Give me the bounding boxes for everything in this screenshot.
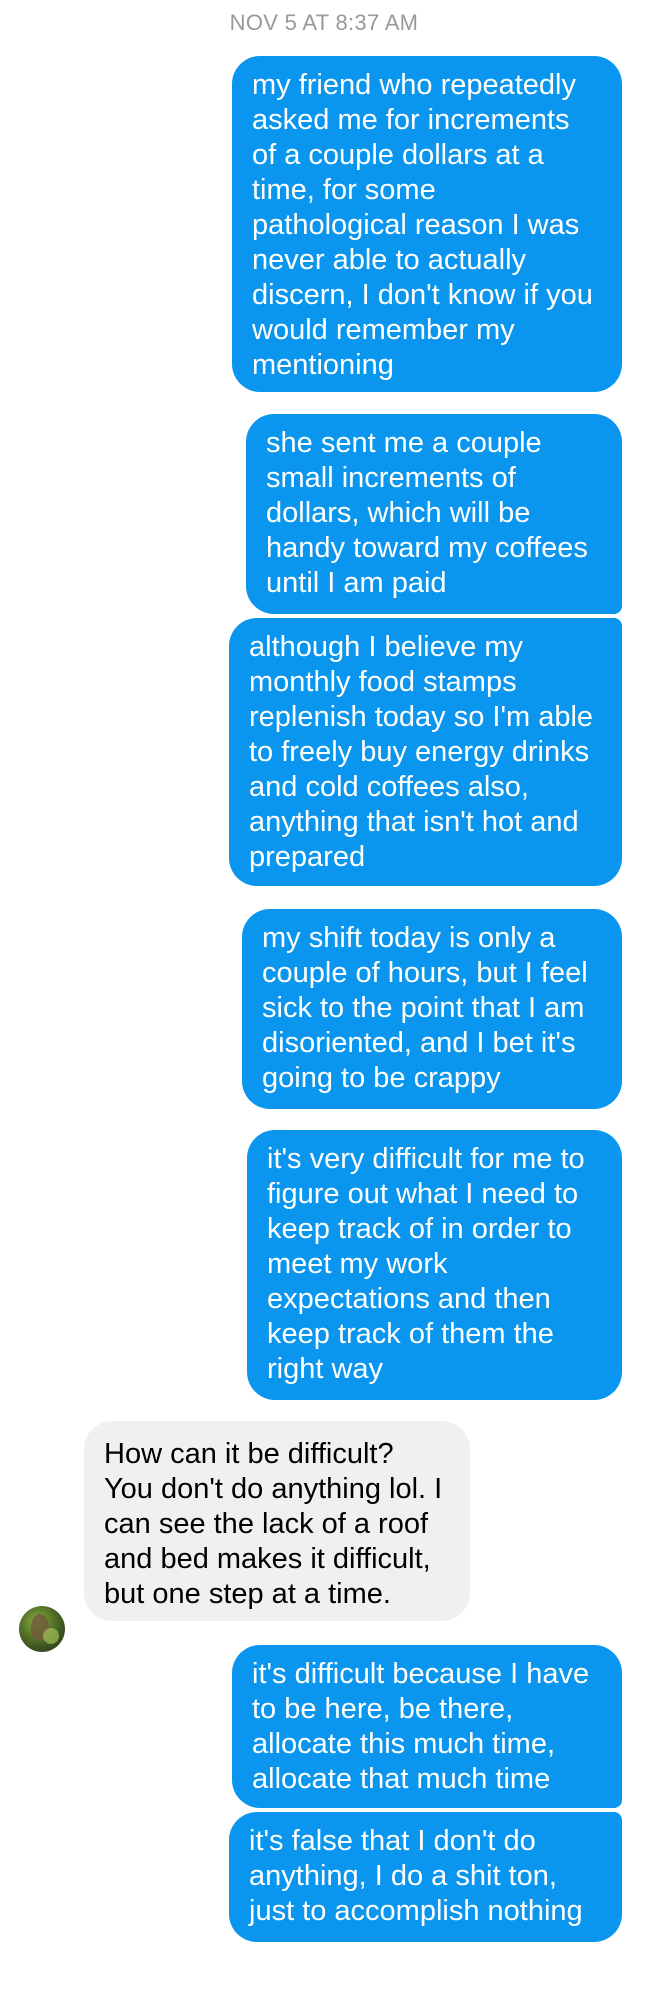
received-message-bubble[interactable]: How can it be difficult? You don't do an… xyxy=(84,1421,470,1621)
sent-message-bubble[interactable]: my friend who repeatedly asked me for in… xyxy=(232,56,622,392)
sent-message-bubble[interactable]: it's false that I don't do anything, I d… xyxy=(229,1812,622,1942)
contact-avatar[interactable] xyxy=(19,1606,65,1652)
sent-message-bubble[interactable]: she sent me a couple small increments of… xyxy=(246,414,622,614)
sent-message-bubble[interactable]: it's difficult because I have to be here… xyxy=(232,1645,622,1808)
sent-message-bubble[interactable]: although I believe my monthly food stamp… xyxy=(229,618,622,886)
sent-message-bubble[interactable]: my shift today is only a couple of hours… xyxy=(242,909,622,1109)
avatar-photo-detail xyxy=(43,1628,59,1644)
sent-message-bubble[interactable]: it's very difficult for me to figure out… xyxy=(247,1130,622,1400)
timestamp: NOV 5 AT 8:37 AM xyxy=(229,10,419,35)
